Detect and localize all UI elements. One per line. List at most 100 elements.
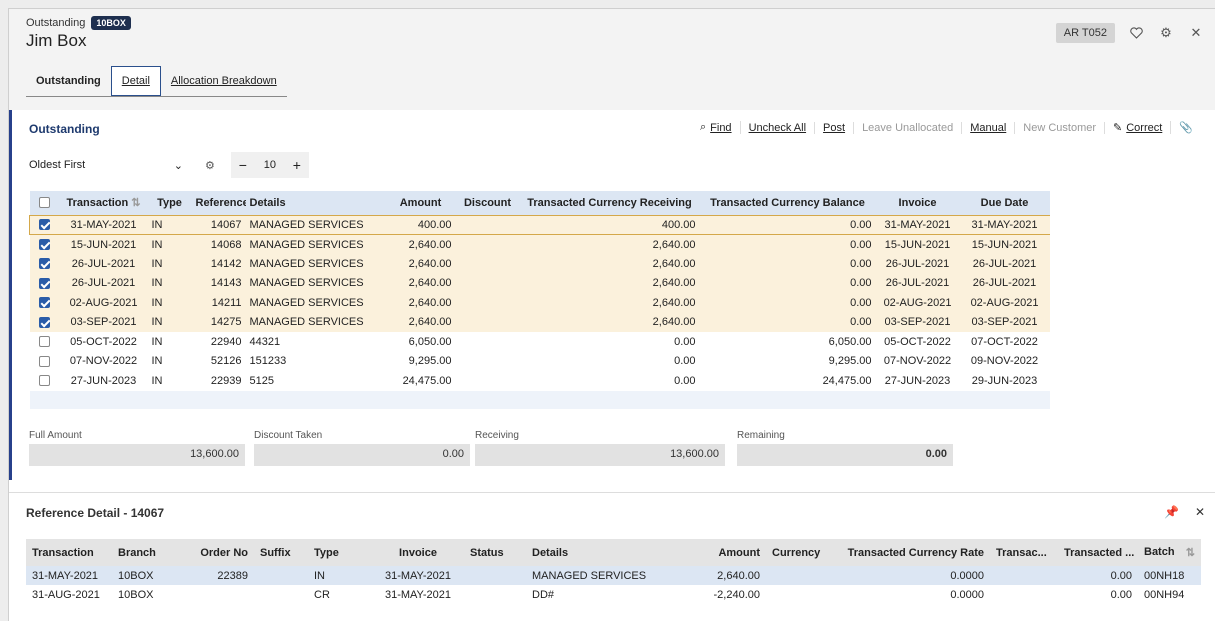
row-checkbox[interactable] — [30, 371, 60, 391]
post-button[interactable]: Post — [815, 121, 855, 134]
dcol-transac[interactable]: Transac... — [990, 539, 1058, 566]
cell-amount: 2,640.00 — [385, 293, 456, 313]
dcol-type[interactable]: Type — [308, 539, 372, 566]
row-checkbox[interactable] — [29, 234, 60, 254]
col-transaction-label: Transaction — [66, 197, 129, 210]
cell-type: IN — [147, 254, 192, 274]
row-checkbox[interactable] — [29, 273, 60, 293]
detail-cell-transaction: 31-MAY-2021 — [26, 566, 112, 585]
detail-cell-amount: -2,240.00 — [713, 588, 760, 601]
sort-select[interactable]: Oldest First ⌄ — [29, 159, 189, 172]
cell-tc-balance: 0.00 — [699, 254, 876, 274]
table-row[interactable]: 26-JUL-2021 IN 14143 MANAGED SERVICES 2,640.… — [29, 273, 1133, 293]
col-invoice[interactable]: Invoice — [875, 191, 960, 215]
cell-invoice: 02-AUG-2021 — [875, 293, 960, 313]
row-checkbox[interactable] — [29, 312, 60, 332]
leave-unallocated-button[interactable]: Leave Unallocated — [854, 121, 963, 134]
row-checkbox[interactable] — [30, 332, 60, 352]
dcol-branch[interactable]: Branch — [112, 539, 174, 566]
table-row[interactable]: 27-JUN-2023 IN 22939 5125 24,475.00 0.00 24,47… — [30, 371, 1133, 391]
dcol-order-no[interactable]: Order No — [174, 539, 254, 566]
tab-outstanding[interactable]: Outstanding — [26, 66, 111, 96]
panel-toolbar: ⌕ Find Uncheck All Post Leave Unallocated… — [692, 121, 1201, 134]
table-row[interactable]: 03-SEP-2021 IN 14275 MANAGED SERVICES 2,640.… — [29, 312, 1133, 332]
decrement-button[interactable]: − — [231, 157, 255, 173]
cell-reference: 22940 — [210, 335, 242, 348]
find-button[interactable]: ⌕ Find — [692, 121, 741, 134]
col-reference[interactable]: Reference — [191, 191, 246, 215]
detail-row[interactable]: 31-AUG-2021 10BOX CR 31-MAY-2021 DD# -2,240.0… — [26, 585, 1201, 604]
col-transaction[interactable]: Transaction ⇅ — [59, 191, 148, 215]
cell-due-date: 02-AUG-2021 — [959, 293, 1050, 313]
table-row[interactable]: 07-NOV-2022 IN 52126 151233 9,295.00 0.00 9,29… — [30, 351, 1133, 372]
col-amount[interactable]: Amount — [385, 191, 456, 215]
cell-discount — [455, 293, 520, 313]
cell-transaction: 27-JUN-2023 — [70, 374, 137, 387]
cell-type: IN — [151, 335, 163, 348]
grid-settings-icon[interactable]: ⚙ — [205, 159, 215, 172]
detail-cell-invoice: 31-MAY-2021 — [372, 566, 464, 585]
cell-amount: 6,050.00 — [408, 335, 452, 348]
close-icon[interactable]: ✕ — [1195, 505, 1205, 519]
dcol-transaction[interactable]: Transaction — [26, 539, 112, 566]
dcol-amount[interactable]: Amount — [676, 539, 766, 566]
tab-detail[interactable]: Detail — [110, 66, 161, 96]
dcol-status[interactable]: Status — [464, 539, 526, 566]
settings-icon[interactable]: ⚙ — [1157, 24, 1175, 42]
find-label: Find — [710, 121, 732, 134]
favorite-icon[interactable] — [1127, 24, 1145, 42]
cell-transaction: 03-SEP-2021 — [59, 312, 148, 332]
col-tc-receiving[interactable]: Transacted Currency Receiving — [519, 191, 700, 215]
table-row[interactable]: 31-MAY-2021 IN 14067 MANAGED SERVICES 400.00… — [29, 214, 1133, 235]
row-checkbox[interactable] — [29, 214, 60, 235]
dcol-transacted[interactable]: Transacted ... — [1058, 539, 1138, 566]
cell-type: IN — [151, 374, 163, 387]
col-details[interactable]: Details — [245, 191, 386, 215]
cell-reference: 14275 — [191, 312, 246, 332]
table-row[interactable]: 26-JUL-2021 IN 14142 MANAGED SERVICES 2,640.… — [29, 254, 1133, 274]
col-due-date[interactable]: Due Date — [959, 191, 1050, 215]
dcol-rate[interactable]: Transacted Currency Rate — [832, 539, 990, 566]
table-row[interactable]: 05-OCT-2022 IN 22940 44321 6,050.00 0.00 6,050… — [30, 332, 1133, 352]
totals-bar: Full Amount 13,600.00 Discount Taken 0.0… — [29, 430, 1129, 472]
detail-cell-rate: 0.0000 — [950, 588, 984, 601]
detail-row[interactable]: 31-MAY-2021 10BOX 22389 IN 31-MAY-2021 MANAGE… — [26, 566, 1201, 585]
detail-cell-transacted: 0.00 — [1058, 566, 1138, 585]
tab-allocation-label: Allocation Breakdown — [170, 75, 277, 87]
row-checkbox[interactable] — [29, 254, 60, 274]
row-checkbox[interactable] — [30, 352, 60, 372]
new-customer-button[interactable]: New Customer — [1015, 121, 1106, 134]
row-spacer — [1049, 351, 1133, 371]
page-size-value[interactable]: 10 — [255, 159, 285, 171]
col-discount[interactable]: Discount — [455, 191, 520, 215]
row-checkbox[interactable] — [29, 293, 60, 313]
detail-cell-suffix — [254, 585, 308, 604]
uncheck-all-button[interactable]: Uncheck All — [741, 121, 816, 134]
select-all-checkbox[interactable] — [29, 191, 60, 215]
correct-button[interactable]: ✎ Correct — [1105, 121, 1172, 134]
tab-allocation-breakdown[interactable]: Allocation Breakdown — [161, 66, 287, 96]
col-type[interactable]: Type — [147, 191, 192, 215]
cell-reference: 52126 — [210, 355, 242, 368]
manual-button[interactable]: Manual — [962, 121, 1016, 134]
dcol-currency[interactable]: Currency — [766, 539, 832, 566]
cell-tc-receiving: 0.00 — [674, 374, 696, 387]
col-tc-balance[interactable]: Transacted Currency Balance — [699, 191, 876, 215]
table-row[interactable]: 02-AUG-2021 IN 14211 MANAGED SERVICES 2,640.… — [29, 293, 1133, 313]
close-icon[interactable]: ✕ — [1187, 24, 1205, 42]
dcol-details[interactable]: Details — [526, 539, 676, 566]
table-row[interactable]: 15-JUN-2021 IN 14068 MANAGED SERVICES 2,640.… — [29, 234, 1133, 254]
cell-tc-receiving: 0.00 — [674, 335, 696, 348]
pencil-icon: ✎ — [1113, 122, 1123, 134]
increment-button[interactable]: + — [285, 157, 309, 173]
cell-discount — [456, 352, 520, 372]
dcol-batch[interactable]: Batch ⇅ — [1138, 539, 1201, 566]
cell-tc-receiving: 2,640.00 — [519, 234, 700, 254]
pin-icon[interactable]: 📌 — [1164, 505, 1179, 519]
dcol-suffix[interactable]: Suffix — [254, 539, 308, 566]
receiving-value: 13,600.00 — [475, 444, 725, 466]
cell-amount: 2,640.00 — [385, 273, 456, 293]
dcol-invoice[interactable]: Invoice — [372, 539, 464, 566]
detail-title: Reference Detail - 14067 — [26, 506, 165, 520]
attachment-icon[interactable]: 📎 — [1171, 121, 1201, 134]
